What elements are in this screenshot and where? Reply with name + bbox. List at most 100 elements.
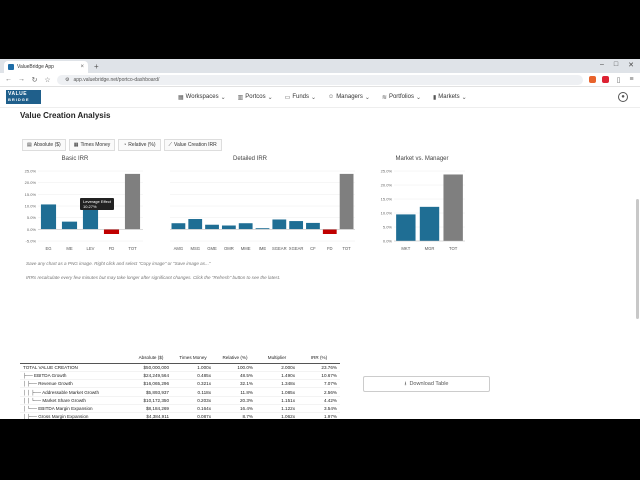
x-tick-label: MME <box>241 246 251 251</box>
nav-markets[interactable]: ▮ Markets ⌄ <box>433 91 467 103</box>
page-scrollbar[interactable] <box>636 199 639 319</box>
bar-fd[interactable] <box>103 229 120 234</box>
bar-sgear[interactable] <box>272 219 287 230</box>
minimize-icon[interactable]: – <box>600 61 604 69</box>
menu-icon[interactable]: ≡ <box>628 76 635 83</box>
money-icon: ▦ <box>73 142 79 148</box>
hint-irr-refresh: IRRs recalculate every few minutes but m… <box>26 275 281 280</box>
bar-eg[interactable] <box>40 204 57 230</box>
bar-gme[interactable] <box>205 224 219 230</box>
download-icon: ⭳ <box>404 380 407 387</box>
nav-managers[interactable]: ☺ Managers ⌄ <box>328 91 370 103</box>
bar-mgr[interactable] <box>419 206 440 241</box>
tooltip-value: 10.27% <box>83 204 97 209</box>
sidebar-icon[interactable]: ▯ <box>615 76 622 84</box>
cell-value: $10,172,350 <box>130 396 172 406</box>
x-tick-label: ME <box>66 246 72 251</box>
browser-window: ValueBridge App × + – □ ✕ ← → ↻ ☆ ⚙ app.… <box>0 59 640 419</box>
back-icon[interactable]: ← <box>5 76 12 83</box>
window-controls: – □ ✕ <box>600 61 634 69</box>
browser-tab[interactable]: ValueBridge App × <box>4 61 88 73</box>
close-tab-icon[interactable]: × <box>80 64 84 70</box>
reload-icon[interactable]: ↻ <box>31 76 38 84</box>
new-tab-icon[interactable]: + <box>94 61 99 73</box>
nav-label: Managers <box>336 94 363 100</box>
absolute-button[interactable]: ▤ Absolute ($) <box>22 139 66 151</box>
bar-xgear[interactable] <box>289 221 304 230</box>
user-avatar-icon[interactable]: ● <box>618 92 628 102</box>
market-manager-chart[interactable]: 25.0% 20.0% 15.0% 10.0% 5.0% 0.0% MKT MGR TOT <box>372 167 467 253</box>
y-tick-label: 0.0% <box>383 239 393 244</box>
row-label: │ │ └── Market Share Growth <box>20 396 130 406</box>
cell-value: $8,184,269 <box>130 404 172 414</box>
forward-icon[interactable]: → <box>18 76 25 83</box>
table-row: │ ├── Gross Margin Expansion $4,384,911 0.… <box>20 412 340 419</box>
nav-label: Portcos <box>245 94 266 100</box>
cell-value: 100.0% <box>214 363 256 372</box>
y-tick-label: 0.0% <box>27 227 37 232</box>
bar-me[interactable] <box>61 221 78 230</box>
chart-title-market-manager: Market vs. Manager <box>395 156 449 162</box>
x-tick-label: SGEAR <box>272 246 287 251</box>
row-label: │ ├── Revenue Growth <box>20 379 130 389</box>
cell-value: 7.07% <box>298 379 340 389</box>
chevron-down-icon: ⌄ <box>415 94 421 101</box>
bar-fd[interactable] <box>322 229 337 234</box>
bar-tot[interactable] <box>443 174 463 241</box>
app-logo[interactable]: VALUE BRIDGE <box>6 90 41 104</box>
bar-cf[interactable] <box>306 222 320 230</box>
relative-button[interactable]: ◔ Relative (%) <box>118 139 161 151</box>
y-tick-label: 25.0% <box>25 169 37 174</box>
button-label: Value Creation IRR <box>174 142 217 148</box>
download-table-button[interactable]: ⭳ Download Table <box>363 376 490 392</box>
close-window-icon[interactable]: ✕ <box>628 61 634 69</box>
brave-shield-icon[interactable] <box>589 76 596 83</box>
table-row: ├── EBITDA Growth $24,249,564 0.485x 48.5% 1… <box>20 371 340 381</box>
cell-value: 1.062x <box>256 412 298 419</box>
chevron-down-icon: ⌄ <box>267 94 273 101</box>
cell-value: 1.151x <box>256 396 298 406</box>
y-tick-label: 5.0% <box>383 225 393 230</box>
bar-mkt[interactable] <box>396 214 416 241</box>
chart-title-basic: Basic IRR <box>61 156 89 162</box>
bar-amg[interactable] <box>171 223 186 230</box>
row-label: │ │ ├── Addressable Market Growth <box>20 387 130 397</box>
nav-workspaces[interactable]: ▦ Workspaces ⌄ <box>178 91 226 103</box>
nav-portcos[interactable]: ▥ Portcos ⌄ <box>238 91 273 103</box>
chart-icon: ▮ <box>432 94 437 101</box>
x-tick-label: TOT <box>342 246 351 251</box>
x-tick-label: MGR <box>425 246 435 251</box>
x-tick-label: FD <box>109 246 115 251</box>
detailed-irr-chart[interactable]: AMG MSG GME OMR MME IME SGEAR XGEAR CF FD TOT <box>132 167 357 253</box>
nav-funds[interactable]: ▭ Funds ⌄ <box>285 91 316 103</box>
nav-portfolios[interactable]: ≋ Portfolios ⌄ <box>382 91 421 103</box>
cell-value: 1.348x <box>256 379 298 389</box>
bar-msg[interactable] <box>188 219 203 230</box>
url-field[interactable]: ⚙ app.valuebridge.net/portco-dashboard/ <box>57 74 583 85</box>
y-tick-label: 15.0% <box>381 197 393 202</box>
bar-mme[interactable] <box>238 223 253 230</box>
bookmark-icon[interactable]: ☆ <box>44 76 51 84</box>
cell-value: $24,249,564 <box>130 371 172 381</box>
site-info-icon[interactable]: ⚙ <box>65 77 69 83</box>
bar-omr[interactable] <box>221 225 236 230</box>
cell-value: 11.8% <box>214 387 256 397</box>
cell-value: 16.4% <box>214 404 256 414</box>
maximize-icon[interactable]: □ <box>614 61 618 69</box>
table-header: Relative (%) <box>214 353 256 364</box>
rewards-icon[interactable] <box>602 76 609 83</box>
cell-value: 1.122x <box>256 404 298 414</box>
cell-value: 2.000x <box>256 363 298 372</box>
bar-tot[interactable] <box>339 173 354 230</box>
irr-button[interactable]: ⟋ Value Creation IRR <box>163 139 222 151</box>
table-header: Absolute ($) <box>130 353 172 364</box>
basic-irr-chart[interactable]: 25.0% 20.0% 15.0% 10.0% 5.0% 0.0% -5.0% EG ME LEV… <box>20 167 145 253</box>
x-tick-label: EG <box>45 246 51 251</box>
times-money-button[interactable]: ▦ Times Money <box>68 139 116 151</box>
cell-value: 0.164x <box>172 404 214 414</box>
table-row: │ │ └── Market Share Growth $10,172,350 0.… <box>20 396 340 406</box>
cell-value: 48.5% <box>214 371 256 381</box>
x-tick-label: OMR <box>224 246 234 251</box>
nav-label: Portfolios <box>388 94 414 100</box>
y-tick-label: 25.0% <box>381 169 393 174</box>
